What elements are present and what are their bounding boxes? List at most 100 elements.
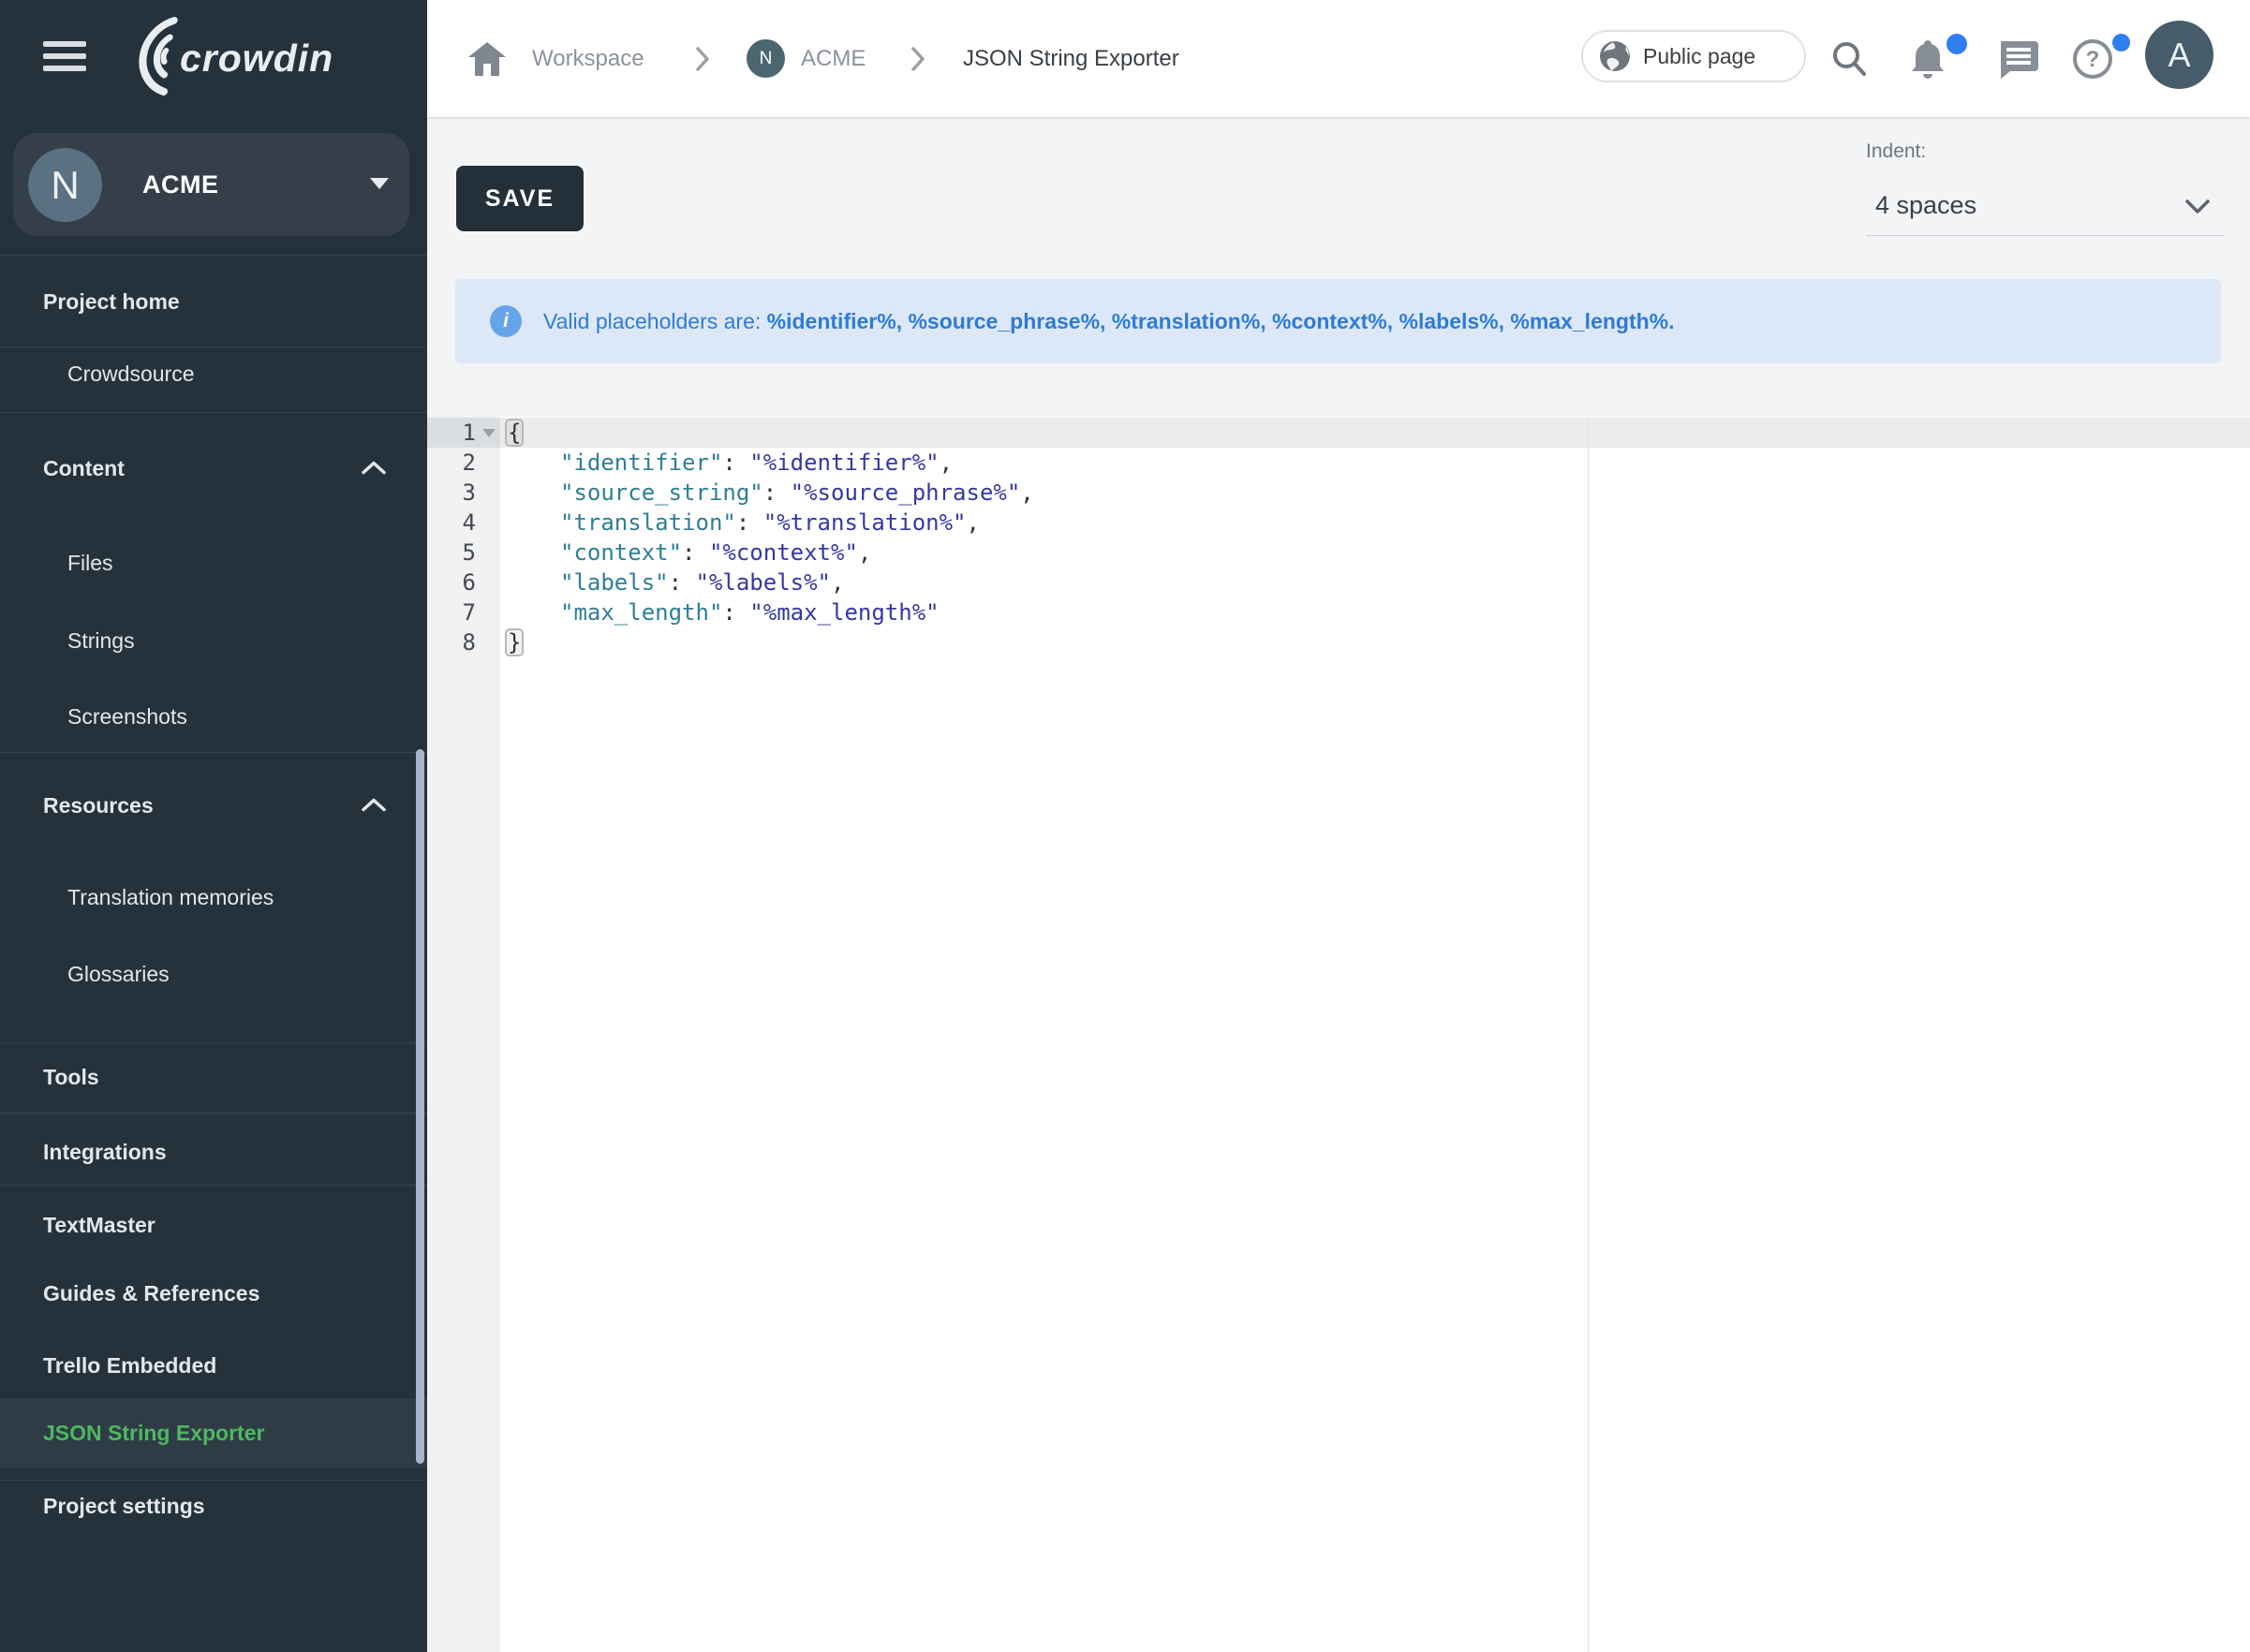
- sidebar-item-glossaries[interactable]: Glossaries: [0, 939, 427, 1009]
- chevron-right-icon: [695, 0, 710, 117]
- sidebar-item-label: Strings: [67, 628, 135, 654]
- sidebar-item-json-string-exporter[interactable]: JSON String Exporter: [0, 1398, 427, 1468]
- save-button[interactable]: SAVE: [456, 166, 584, 231]
- sidebar-item-files[interactable]: Files: [0, 528, 427, 597]
- editor-gutter: 1 2 3 4 5 6 7 8: [427, 417, 500, 1652]
- code-editor[interactable]: 1 2 3 4 5 6 7 8 { "identifier": "%identi…: [427, 417, 2250, 1652]
- chevron-down-icon: [2184, 199, 2211, 220]
- app-root: crowdin N ACME Project home Crowdsource …: [0, 0, 2250, 1652]
- open-brace: {: [505, 419, 524, 447]
- hamburger-bar: [43, 66, 86, 71]
- divider: [0, 1113, 427, 1114]
- crowdin-logo-icon: [115, 13, 181, 104]
- sidebar-item-tools[interactable]: Tools: [0, 1042, 427, 1112]
- banner-placeholders: %identifier%, %source_phrase%, %translat…: [767, 309, 1675, 334]
- globe-icon: [1598, 39, 1632, 73]
- line-number: 7: [427, 597, 476, 627]
- code-line-8: }: [506, 627, 523, 657]
- breadcrumb-label: ACME: [801, 46, 866, 72]
- indent-label: Indent:: [1866, 140, 2224, 163]
- sidebar-item-integrations[interactable]: Integrations: [0, 1117, 427, 1187]
- breadcrumb-workspace[interactable]: Workspace: [532, 0, 644, 117]
- code-line-5: "context": "%context%",: [506, 538, 871, 568]
- help-dot: [2112, 34, 2130, 52]
- main-content: SAVE Indent: 4 spaces i Valid placeholde…: [427, 117, 2250, 417]
- sidebar-item-project-home[interactable]: Project home: [0, 267, 427, 336]
- hamburger-bar: [43, 41, 86, 47]
- avatar: N: [747, 39, 785, 78]
- sidebar-item-textmaster[interactable]: TextMaster: [0, 1190, 427, 1260]
- info-banner: i Valid placeholders are: %identifier%, …: [455, 279, 2221, 363]
- chevron-down-icon: [370, 178, 389, 189]
- indent-select[interactable]: 4 spaces: [1866, 184, 2224, 236]
- sidebar-item-guides-references[interactable]: Guides & References: [0, 1259, 427, 1328]
- breadcrumb-project[interactable]: ACME: [801, 0, 866, 117]
- info-icon: i: [490, 305, 522, 337]
- banner-prefix: Valid placeholders are:: [543, 309, 767, 334]
- sidebar-section-resources[interactable]: Resources: [0, 771, 427, 840]
- svg-text:?: ?: [2086, 47, 2100, 72]
- sidebar-scrollbar[interactable]: [416, 749, 424, 1464]
- close-brace: }: [505, 628, 524, 656]
- sidebar-item-trello-embedded[interactable]: Trello Embedded: [0, 1331, 427, 1400]
- sidebar-item-label: Project home: [43, 289, 180, 315]
- help-icon[interactable]: ?: [2072, 0, 2113, 117]
- user-avatar[interactable]: A: [2145, 21, 2213, 89]
- sidebar-item-label: Guides & References: [43, 1281, 259, 1306]
- sidebar-item-crowdsource[interactable]: Crowdsource: [0, 339, 427, 408]
- hamburger-menu-icon[interactable]: [43, 41, 86, 72]
- public-page-label: Public page: [1643, 44, 1755, 69]
- project-avatar: N: [28, 148, 102, 222]
- sidebar-item-strings[interactable]: Strings: [0, 606, 427, 675]
- code-line-7: "max_length": "%max_length%": [506, 597, 940, 627]
- code-line-6: "labels": "%labels%",: [506, 568, 844, 597]
- sidebar-item-label: Glossaries: [67, 962, 170, 987]
- sidebar-section-label: Resources: [43, 793, 154, 819]
- breadcrumb-project-avatar: N: [747, 0, 785, 117]
- line-number: 5: [427, 538, 476, 568]
- sidebar-section-label: Content: [43, 456, 125, 481]
- sidebar: crowdin N ACME Project home Crowdsource …: [0, 0, 427, 1652]
- home-icon[interactable]: [468, 0, 506, 117]
- sidebar-item-label: JSON String Exporter: [43, 1421, 264, 1446]
- search-icon[interactable]: [1830, 0, 1868, 117]
- breadcrumb-label: Workspace: [532, 46, 644, 72]
- sidebar-item-label: Trello Embedded: [43, 1353, 216, 1379]
- line-number: 2: [427, 448, 476, 478]
- public-page-button[interactable]: Public page: [1581, 30, 1806, 82]
- active-line-highlight: [500, 418, 2250, 448]
- line-number: 8: [427, 627, 476, 657]
- sidebar-item-label: Crowdsource: [67, 361, 195, 387]
- line-number: 1: [427, 418, 476, 448]
- fold-caret-icon[interactable]: [482, 429, 496, 437]
- print-margin-line: [1588, 417, 1589, 1652]
- chevron-up-icon: [362, 456, 386, 481]
- sidebar-section-content[interactable]: Content: [0, 434, 427, 503]
- project-selector[interactable]: N ACME: [13, 133, 409, 236]
- code-line-1: {: [506, 418, 523, 448]
- divider: [0, 255, 427, 256]
- hamburger-bar: [43, 53, 86, 59]
- chevron-up-icon: [362, 793, 386, 819]
- crowdin-logo[interactable]: crowdin: [122, 13, 333, 103]
- code-line-3: "source_string": "%source_phrase%",: [506, 478, 1034, 508]
- sidebar-item-project-settings[interactable]: Project settings: [0, 1471, 427, 1541]
- sidebar-item-translation-memories[interactable]: Translation memories: [0, 863, 427, 932]
- line-number: 3: [427, 478, 476, 508]
- code-line-2: "identifier": "%identifier%",: [506, 448, 953, 478]
- sidebar-item-label: Project settings: [43, 1494, 205, 1519]
- notification-dot: [1947, 34, 1967, 54]
- divider: [0, 412, 427, 413]
- code-line-4: "translation": "%translation%",: [506, 508, 980, 538]
- project-name: ACME: [142, 133, 219, 236]
- sidebar-item-label: Files: [67, 551, 113, 576]
- sidebar-item-label: Tools: [43, 1065, 99, 1090]
- sidebar-item-label: Translation memories: [67, 885, 274, 910]
- sidebar-item-label: TextMaster: [43, 1213, 155, 1238]
- notifications-bell-icon[interactable]: [1909, 0, 1947, 117]
- topbar: Workspace N ACME JSON String Exporter Pu…: [427, 0, 2250, 117]
- messages-icon[interactable]: [1997, 0, 2038, 117]
- sidebar-item-screenshots[interactable]: Screenshots: [0, 682, 427, 751]
- banner-text: Valid placeholders are: %identifier%, %s…: [543, 279, 1675, 363]
- page-title: JSON String Exporter: [963, 0, 1179, 117]
